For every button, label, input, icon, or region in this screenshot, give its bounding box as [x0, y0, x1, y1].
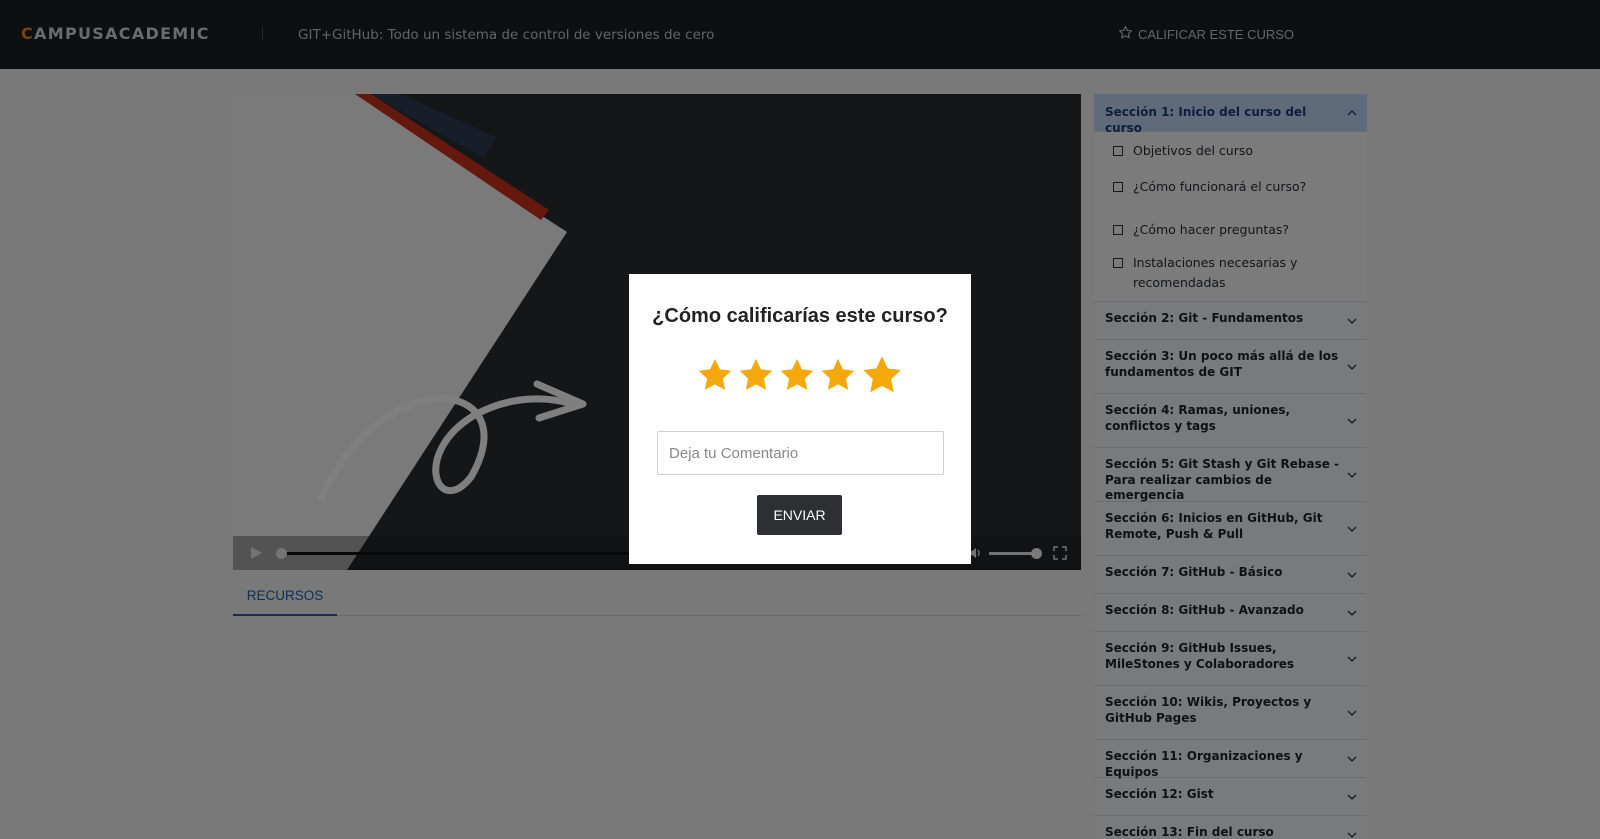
star-icon[interactable] — [860, 353, 904, 397]
star-icon[interactable] — [819, 356, 857, 394]
submit-button[interactable]: ENVIAR — [757, 495, 842, 535]
comment-input[interactable] — [657, 431, 944, 475]
rating-modal: ¿Cómo calificarías este curso? ENVIAR — [629, 274, 971, 564]
star-icon[interactable] — [778, 356, 816, 394]
star-rating[interactable] — [629, 353, 971, 397]
modal-title: ¿Cómo calificarías este curso? — [652, 305, 948, 327]
star-icon[interactable] — [696, 356, 734, 394]
star-icon[interactable] — [737, 356, 775, 394]
